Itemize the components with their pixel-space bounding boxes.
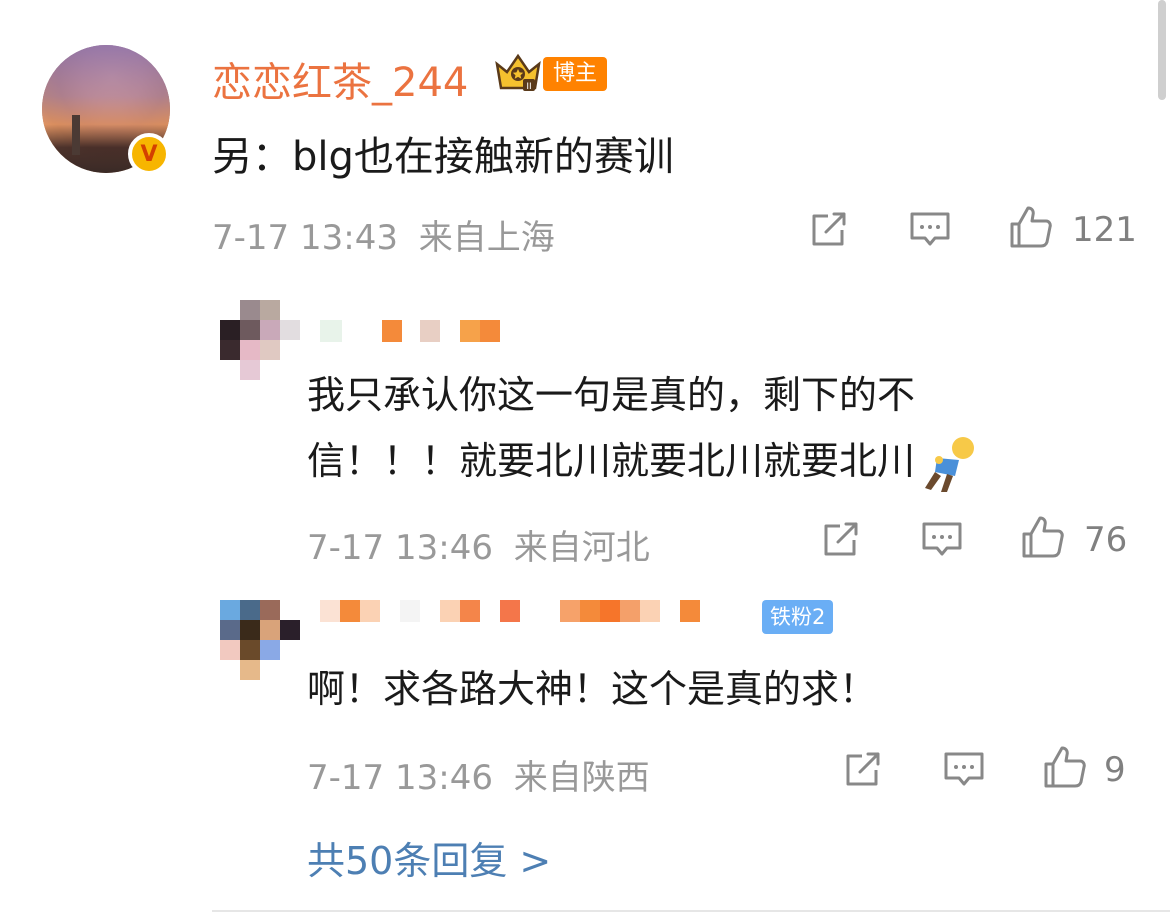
comment-meta: 7-17 13:43 来自上海	[212, 210, 555, 259]
share-icon[interactable]	[818, 516, 864, 562]
reply-meta: 7-17 13:46 来自陕西	[307, 750, 650, 799]
reply-avatar[interactable]	[220, 600, 300, 680]
verified-badge: V	[128, 133, 170, 175]
reply-time: 7-17 13:46	[307, 528, 493, 568]
comment-time: 7-17 13:43	[212, 218, 398, 258]
kneeling-man-emoji-icon	[925, 436, 975, 492]
like-count: 9	[1104, 750, 1126, 790]
share-icon[interactable]	[806, 206, 852, 252]
comment-text: 另：blg也在接触新的赛训	[212, 134, 674, 180]
reply-text: 啊！求各路大神！这个是真的求！	[307, 667, 878, 711]
more-replies-link[interactable]: 共50条回复 >	[307, 830, 551, 885]
scrollbar[interactable]	[1158, 0, 1166, 100]
reply-location: 来自陕西	[513, 758, 650, 798]
reply-location: 来自河北	[513, 528, 650, 568]
like-count: 76	[1084, 520, 1128, 560]
comment-location: 来自上海	[418, 218, 555, 258]
comment-icon[interactable]	[919, 516, 965, 562]
like-count: 121	[1072, 210, 1137, 250]
reply-text: 我只承认你这一句是真的，剩下的不 信！！！就要北川就要北川就要北川	[307, 362, 979, 494]
comment-icon[interactable]	[941, 746, 987, 792]
thumbs-up-icon[interactable]	[1020, 514, 1066, 560]
svg-text:II: II	[526, 82, 531, 92]
share-icon[interactable]	[840, 746, 886, 792]
reply-username[interactable]	[320, 600, 700, 622]
reply-time: 7-17 13:46	[307, 758, 493, 798]
thumbs-up-icon[interactable]	[1008, 204, 1054, 250]
fan-badge: 铁粉2	[762, 600, 834, 634]
reply-username[interactable]	[320, 320, 500, 342]
comment-icon[interactable]	[907, 206, 953, 252]
reply-meta: 7-17 13:46 来自河北	[307, 520, 650, 569]
blogger-badge: 博主	[543, 57, 608, 91]
username[interactable]: 恋恋红茶_244	[212, 50, 468, 108]
reply-avatar[interactable]	[220, 300, 300, 380]
reply-text-line: 我只承认你这一句是真的，剩下的不	[307, 373, 916, 417]
crown-icon: II	[495, 53, 541, 92]
divider	[212, 910, 1170, 912]
reply-text-line: 信！！！就要北川就要北川就要北川	[307, 439, 916, 483]
thumbs-up-icon[interactable]	[1042, 744, 1088, 790]
